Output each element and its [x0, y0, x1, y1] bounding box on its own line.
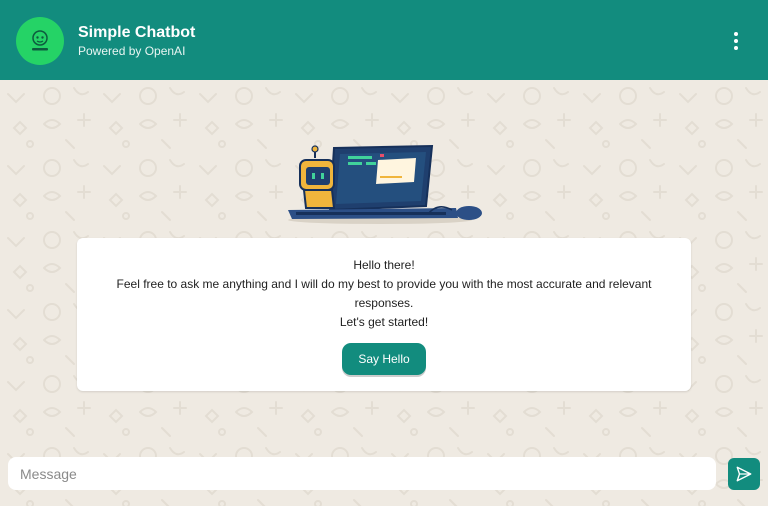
welcome-description: Feel free to ask me anything and I will …	[116, 277, 652, 310]
chat-subtitle: Powered by OpenAI	[78, 44, 186, 58]
send-icon	[736, 466, 752, 482]
message-input[interactable]	[8, 457, 716, 490]
welcome-message-card: Hello there! Feel free to ask me anythin…	[77, 238, 691, 391]
welcome-greeting: Hello there!	[353, 258, 415, 272]
message-input-container	[8, 457, 716, 490]
chat-header: Simple Chatbot Powered by OpenAI	[0, 0, 768, 80]
chatbot-logo-icon	[16, 17, 64, 65]
robot-laptop-illustration	[282, 140, 492, 226]
say-hello-button[interactable]: Say Hello	[342, 343, 426, 375]
chat-title: Simple Chatbot	[78, 24, 196, 41]
welcome-cta-text: Let's get started!	[339, 315, 429, 329]
kebab-menu-icon[interactable]	[722, 28, 750, 54]
send-button[interactable]	[728, 458, 760, 490]
